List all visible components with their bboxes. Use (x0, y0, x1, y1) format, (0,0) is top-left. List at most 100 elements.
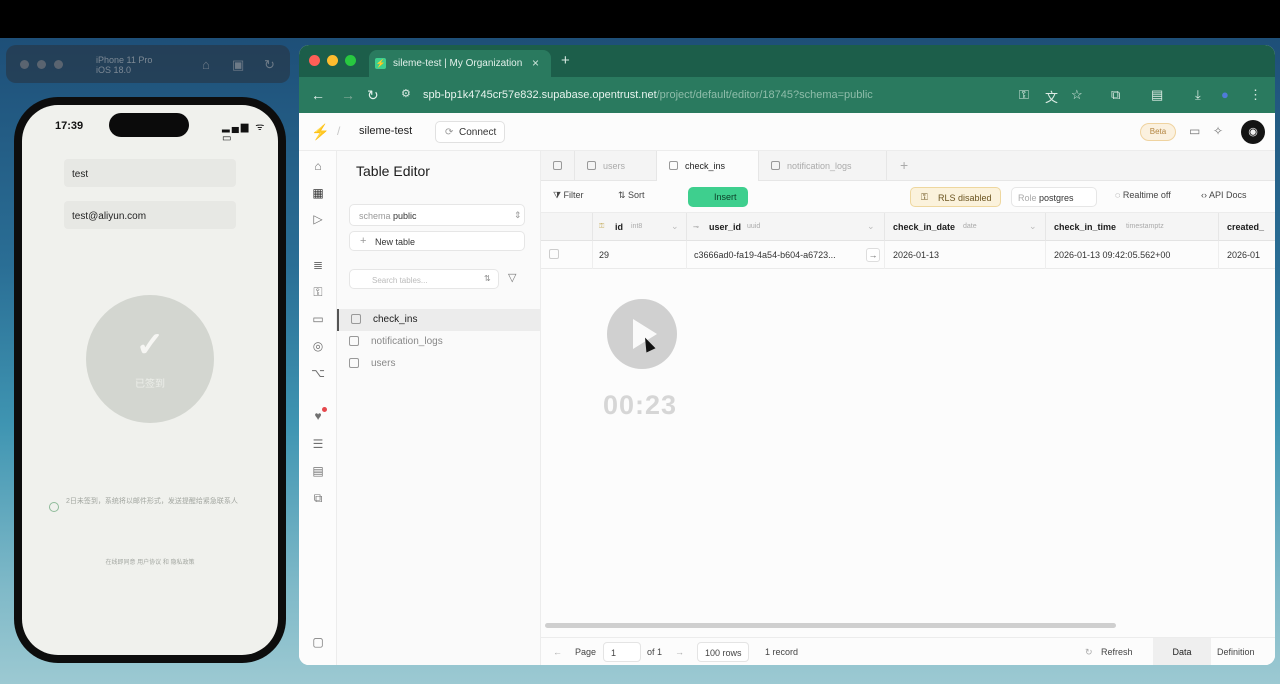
insert-label: Insert (714, 192, 737, 202)
connect-button[interactable]: ⟳ Connect (435, 121, 505, 143)
download-icon[interactable]: ⤓ (1195, 87, 1201, 103)
advisors-nav-icon[interactable]: ♥ (299, 409, 337, 423)
column-header-check-in-time[interactable]: check_in_time timestamptz (1046, 213, 1219, 241)
cell-user-id[interactable]: c3666ad0-fa19-4a54-b604-a6723... (687, 241, 885, 269)
api-docs-label: API Docs (1209, 190, 1247, 200)
reload-icon[interactable]: ↻ (367, 87, 379, 104)
table-icon (669, 161, 678, 170)
extensions-icon[interactable]: ⧉ (1111, 87, 1120, 103)
filter-button[interactable]: ⧩ Filter (553, 190, 584, 201)
realtime-button[interactable]: ◌ Realtime off (1115, 190, 1171, 200)
column-header-user-id[interactable]: ⊸ user_id uuid ⌄ (687, 213, 885, 241)
horizontal-scrollbar[interactable] (545, 623, 1116, 628)
tab-notification-logs[interactable]: notification_logs (759, 151, 887, 181)
browser-window: ⚡ sileme-test | My Organization × + ← → … (299, 45, 1275, 665)
column-header-check-in-date[interactable]: check_in_date date ⌄ (885, 213, 1046, 241)
sidebar-item-check-ins[interactable]: check_ins (337, 309, 540, 331)
forward-icon[interactable]: → (341, 87, 355, 103)
profile-icon[interactable]: ● (1221, 87, 1229, 102)
tab-overview[interactable] (541, 151, 575, 181)
edge-functions-nav-icon[interactable]: ⌥ (299, 366, 337, 380)
add-tab-icon[interactable]: + (900, 157, 908, 173)
api-docs-button[interactable]: ‹› API Docs (1201, 190, 1247, 200)
sql-editor-nav-icon[interactable]: ▷ (299, 212, 337, 226)
home-icon[interactable]: ⌂ (202, 57, 210, 72)
docs-nav-icon[interactable]: ▤ (299, 464, 337, 478)
home-nav-icon[interactable]: ⌂ (299, 159, 337, 173)
column-header-created[interactable]: created_ (1219, 213, 1275, 241)
insert-button[interactable]: Insert (688, 187, 748, 207)
tab-users[interactable]: users (575, 151, 657, 181)
password-key-icon[interactable]: ⚿ (1019, 87, 1029, 103)
data-tab[interactable]: Data (1153, 638, 1211, 665)
select-all-cell[interactable] (541, 213, 593, 241)
zoom-dot[interactable] (54, 60, 63, 69)
next-page-icon[interactable]: → (675, 647, 684, 657)
filter-icon[interactable]: ▽ (508, 271, 516, 284)
rows-per-page-selector[interactable]: 100 rows (697, 642, 749, 662)
sidebar-item-users[interactable]: users (337, 353, 540, 375)
prev-page-icon[interactable]: ← (553, 647, 562, 657)
cell-created[interactable]: 2026-01 (1219, 241, 1275, 269)
cell-id[interactable]: 29 (593, 241, 687, 269)
realtime-nav-icon[interactable]: ◎ (299, 339, 337, 353)
rotate-icon[interactable]: ↻ (264, 57, 275, 73)
close-dot[interactable] (20, 60, 29, 69)
logs-nav-icon[interactable]: ☰ (299, 437, 337, 451)
window-zoom-button[interactable] (345, 55, 356, 66)
terminal-icon[interactable]: ▭ (1189, 124, 1200, 138)
sidebar-item-notification-logs[interactable]: notification_logs (337, 331, 540, 353)
video-play-button[interactable] (607, 299, 677, 369)
address-bar[interactable]: ⚙ spb-bp1k4745cr57e832.supabase.opentrus… (393, 83, 1043, 107)
column-header-id[interactable]: ⚿ id int8 ⌄ (593, 213, 687, 241)
new-tab-icon[interactable]: + (561, 52, 570, 69)
agreement-text[interactable]: 在线即同意 用户协议 和 隐私政策 (22, 557, 278, 566)
table-row[interactable]: 29 c3666ad0-fa19-4a54-b604-a6723... → 20… (541, 241, 1275, 269)
email-input[interactable]: test@aliyun.com (64, 201, 236, 229)
grid-icon (553, 161, 562, 170)
tab-close-icon[interactable]: × (532, 56, 539, 70)
bookmark-star-icon[interactable]: ☆ (1071, 87, 1083, 103)
page-input[interactable]: 1 (603, 642, 641, 662)
schema-selector[interactable]: schema public ⇕ (349, 204, 525, 226)
beta-badge[interactable]: Beta (1140, 123, 1176, 141)
device-os: iOS 18.0 (96, 65, 132, 75)
row-checkbox[interactable] (549, 249, 559, 259)
sort-button[interactable]: ⇅ Sort (618, 190, 645, 201)
storage-nav-icon[interactable]: ▭ (299, 312, 337, 326)
refresh-button[interactable]: Refresh (1101, 647, 1133, 657)
window-minimize-button[interactable] (327, 55, 338, 66)
definition-tab[interactable]: Definition (1217, 647, 1255, 657)
database-nav-icon[interactable]: ≣ (299, 258, 337, 272)
avatar[interactable]: ◉ (1241, 120, 1265, 144)
cell-check-in-date[interactable]: 2026-01-13 (885, 241, 1046, 269)
minimize-dot[interactable] (37, 60, 46, 69)
window-close-button[interactable] (309, 55, 320, 66)
assistant-icon[interactable]: ✧ (1213, 124, 1223, 138)
new-table-button[interactable]: + New table (349, 231, 525, 251)
row-select-cell[interactable] (541, 241, 593, 269)
browser-menu-icon[interactable]: ⋮ (1249, 87, 1262, 103)
browser-tab[interactable]: ⚡ sileme-test | My Organization × (369, 50, 551, 77)
checkin-button[interactable]: ✓ 已签到 (86, 295, 214, 423)
auth-nav-icon[interactable]: ⚿ (299, 285, 337, 300)
rls-disabled-button[interactable]: ⚿ RLS disabled (910, 187, 1001, 207)
integrations-nav-icon[interactable]: ⧉ (299, 491, 337, 506)
table-editor-nav-icon[interactable]: ▦ (299, 186, 337, 200)
name-input[interactable]: test (64, 159, 236, 187)
table-search-input[interactable]: Search tables... ⇅ (349, 269, 499, 289)
site-settings-icon[interactable]: ⚙ (401, 87, 411, 100)
tab-check-ins[interactable]: check_ins (657, 151, 759, 182)
translate-icon[interactable]: 文 (1045, 87, 1058, 106)
back-icon[interactable]: ← (311, 87, 325, 103)
supabase-logo-icon[interactable]: ⚡ (311, 123, 330, 141)
foreign-key-arrow-icon[interactable]: → (866, 248, 880, 262)
sort-icon[interactable]: ⇅ (484, 274, 491, 283)
project-name[interactable]: sileme-test (359, 125, 412, 137)
role-selector[interactable]: Role postgres (1011, 187, 1097, 207)
screenshot-icon[interactable]: ▣ (232, 57, 244, 73)
refresh-icon[interactable]: ↻ (1085, 647, 1093, 658)
settings-nav-icon[interactable]: ▢ (299, 635, 337, 649)
cell-check-in-time[interactable]: 2026-01-13 09:42:05.562+00 (1046, 241, 1219, 269)
sidebar-icon[interactable]: ▤ (1151, 87, 1163, 103)
